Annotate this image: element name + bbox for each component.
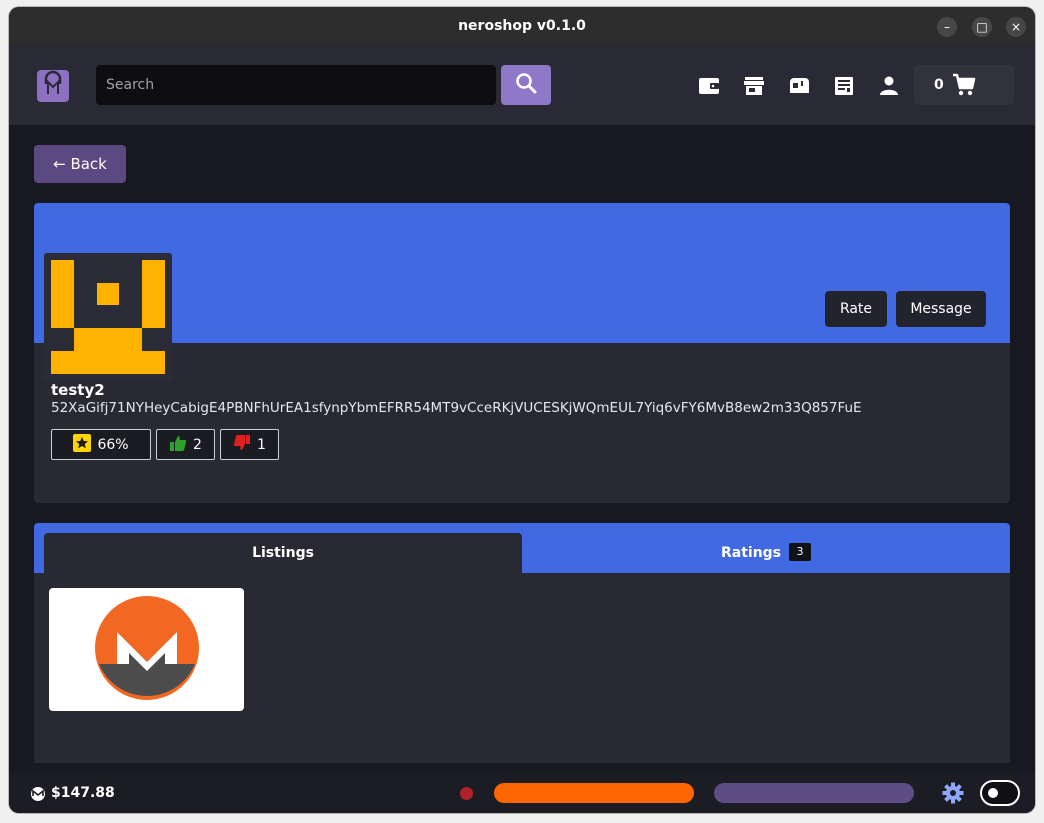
- close-button[interactable]: ×: [1006, 17, 1026, 37]
- title-bar: neroshop v0.1.0 – □ ×: [9, 7, 1035, 45]
- seller-username: testy2: [51, 381, 105, 399]
- listing-item[interactable]: [49, 588, 244, 711]
- top-navigation: 0: [9, 45, 1035, 125]
- seller-profile-card: Rate Message testy2 52XaGifj71NYHeyCabig…: [34, 203, 1010, 503]
- store-icon[interactable]: [743, 75, 765, 97]
- search-button[interactable]: [501, 65, 551, 105]
- reputation-value: 66%: [97, 436, 129, 453]
- likes-count: 2: [193, 436, 202, 453]
- dislikes-count: 1: [257, 436, 266, 453]
- message-button[interactable]: Message: [896, 291, 986, 327]
- connection-status-dot: [460, 787, 473, 800]
- status-bar: $147.88: [9, 773, 1035, 813]
- star-icon: [73, 433, 92, 456]
- cart-count: 0: [934, 77, 944, 93]
- neroshop-logo[interactable]: [37, 70, 69, 102]
- maximize-button[interactable]: □: [972, 17, 992, 37]
- monero-logo-icon: [94, 595, 199, 704]
- likes-badge: 2: [156, 429, 215, 460]
- wallet-icon[interactable]: [698, 75, 720, 97]
- seller-wallet-address: 52XaGifj71NYHeyCabigE4PBNFhUrEA1sfynpYbm…: [51, 400, 862, 416]
- window-title: neroshop v0.1.0: [458, 18, 586, 34]
- minimize-button[interactable]: –: [937, 17, 957, 37]
- avatar: [44, 253, 172, 381]
- app-window: neroshop v0.1.0 – □ × Search 0 ← Back Ra…: [9, 7, 1035, 813]
- tab-ratings[interactable]: Ratings 3: [522, 533, 1010, 573]
- monero-icon: [31, 786, 45, 805]
- ratings-count-badge: 3: [789, 543, 812, 561]
- orders-icon[interactable]: [833, 75, 855, 97]
- profile-tabs-panel: Listings Ratings 3: [34, 523, 1010, 763]
- back-button[interactable]: ← Back: [34, 145, 126, 183]
- dislikes-badge: 1: [220, 429, 279, 460]
- account-icon[interactable]: [878, 75, 900, 97]
- sync-progress-bar: [494, 783, 694, 803]
- search-input[interactable]: [96, 65, 496, 105]
- reputation-badge: 66%: [51, 429, 151, 460]
- wallet-balance: $147.88: [51, 785, 115, 801]
- search-icon: [514, 71, 538, 99]
- thumbs-up-icon: [169, 434, 187, 456]
- tab-ratings-label: Ratings: [720, 545, 782, 561]
- inbox-icon[interactable]: [788, 75, 810, 97]
- cart-icon: [952, 73, 976, 101]
- rate-button[interactable]: Rate: [825, 291, 887, 327]
- toggle-knob: [988, 788, 998, 798]
- tab-listings[interactable]: Listings: [44, 533, 522, 573]
- settings-gear-icon[interactable]: [942, 782, 964, 808]
- theme-toggle[interactable]: [980, 780, 1020, 806]
- secondary-progress-bar: [714, 783, 914, 803]
- thumbs-down-icon: [233, 434, 251, 456]
- cart-button[interactable]: 0: [914, 65, 1014, 105]
